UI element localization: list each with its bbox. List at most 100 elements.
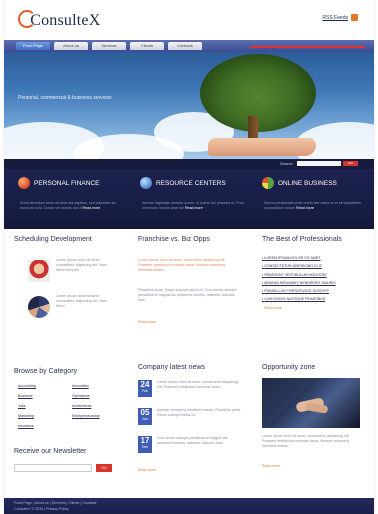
category-link[interactable]: Jobs bbox=[18, 404, 26, 408]
nav-about-us[interactable]: About us bbox=[54, 42, 88, 50]
professional-link[interactable]: PRAESENT VESTIBULUM MOLESTIE bbox=[262, 271, 336, 279]
professional-link[interactable]: PHASELLUS PORTA FUSCE SUSCIPIT bbox=[262, 287, 336, 295]
franchise-title: Franchise vs. Biz Opps bbox=[138, 236, 210, 243]
feature-text: Nunc bibendum enim sit amet dui dapibus,… bbox=[20, 201, 124, 211]
news-item-text: Aenean nonummy hendrerit mauris. Phasell… bbox=[157, 408, 241, 417]
category-link[interactable]: Accounting bbox=[18, 384, 36, 388]
scheduling-text-2: Lorem ipsum dolor sit amet consectetur a… bbox=[56, 294, 107, 308]
nav-front-page[interactable]: Front Page bbox=[16, 42, 50, 50]
header: ConsulteX RSS Feeds bbox=[4, 0, 374, 40]
news-month: Jan bbox=[142, 417, 148, 421]
franchise-intro: Lorem ipsum dolor sit amet, consectetur … bbox=[138, 258, 226, 272]
feature-resource-centers: RESOURCE CENTERS Aenean dignissim semper… bbox=[140, 175, 250, 227]
professionals-read-more[interactable]: Read more bbox=[264, 306, 282, 310]
category-link[interactable]: Business bbox=[18, 394, 33, 398]
professionals-section: The Best of Professionals LOREM IPSUM DO… bbox=[262, 236, 370, 356]
feature-title: RESOURCE CENTERS bbox=[156, 180, 226, 187]
news-read-more[interactable]: Read more bbox=[138, 468, 156, 472]
feature-body: Nunc bibendum enim sit amet dui dapibus,… bbox=[20, 201, 117, 210]
rss-link[interactable]: RSS Feeds bbox=[322, 14, 358, 21]
newsletter-submit-button[interactable]: GO bbox=[96, 464, 112, 472]
professional-link[interactable]: LOREM IPSUM DOLOR SIT AMET bbox=[262, 254, 336, 262]
nav-accent-line bbox=[250, 46, 365, 48]
nav-services[interactable]: Services bbox=[92, 42, 126, 50]
news-month: Dec bbox=[141, 445, 149, 449]
news-date-badge: 24 Feb bbox=[138, 380, 152, 397]
news-date-badge: 17 Dec bbox=[138, 436, 152, 453]
browse-title: Browse by Category bbox=[14, 368, 78, 375]
professional-link[interactable]: CONSECTETUR ADIPISCING ELIT bbox=[262, 262, 336, 270]
feature-online-business: ONLINE BUSINESS Sed ut perspiciatis unde… bbox=[262, 175, 372, 227]
handshake-icon bbox=[305, 402, 329, 414]
read-more-link[interactable]: Read more bbox=[185, 206, 203, 210]
resource-icon bbox=[140, 177, 152, 189]
footer: Front Page | About us | Services | Clien… bbox=[4, 498, 374, 514]
person-photo bbox=[28, 260, 50, 282]
tree-icon bbox=[200, 54, 316, 132]
category-link[interactable]: Marketing bbox=[18, 414, 34, 418]
feature-personal-finance: PERSONAL FINANCE Nunc bibendum enim sit … bbox=[18, 175, 128, 227]
read-more-link[interactable]: Read more bbox=[83, 206, 101, 210]
news-item-text: Cum sociis natoque penatibus et magnis d… bbox=[157, 436, 228, 445]
nav-contacts[interactable]: Contacts bbox=[168, 42, 202, 50]
site-frame: ConsulteX RSS Feeds Front Page About us … bbox=[4, 0, 374, 514]
feature-title: PERSONAL FINANCE bbox=[34, 180, 100, 187]
opportunity-read-more[interactable]: Read more bbox=[262, 464, 280, 468]
nav-clients[interactable]: Clients bbox=[130, 42, 164, 50]
search-bar: Search GO bbox=[4, 159, 374, 169]
opportunity-section: Opportunity zone Lorem ipsum dolor sit a… bbox=[262, 364, 370, 484]
category-link[interactable]: Innovation bbox=[72, 384, 89, 388]
content-area: Scheduling Development Lorem ipsum dolor… bbox=[14, 236, 364, 498]
franchise-read-more[interactable]: Read more bbox=[138, 320, 156, 324]
handshake-photo bbox=[262, 378, 360, 428]
category-link[interactable]: Investments bbox=[72, 404, 91, 408]
scheduling-text-1: Lorem ipsum dolor sit amet consectetur a… bbox=[56, 258, 107, 272]
main-nav: Front Page About us Services Clients Con… bbox=[4, 40, 374, 52]
feature-text: Sed ut perspiciatis unde omnis iste natu… bbox=[264, 201, 368, 211]
news-title: Company latest news bbox=[138, 364, 205, 371]
feature-title: ONLINE BUSINESS bbox=[278, 180, 337, 187]
news-day: 05 bbox=[140, 408, 150, 417]
feature-text: Aenean dignissim semper ipsum, ut luctus… bbox=[142, 201, 246, 211]
search-input[interactable] bbox=[297, 161, 341, 166]
franchise-section: Franchise vs. Biz Opps Lorem ipsum dolor… bbox=[138, 236, 246, 356]
opportunity-text: Lorem ipsum dolor sit amet, consectetur … bbox=[262, 434, 350, 448]
professional-link[interactable]: AENEAN NONUMMY HENDRERIT MAURIS bbox=[262, 279, 336, 287]
rss-icon bbox=[351, 14, 358, 21]
business-icon bbox=[262, 177, 274, 189]
hero-tagline: Personal, commercial & business services bbox=[18, 95, 112, 101]
browse-section: Browse by Category Accounting Business J… bbox=[14, 368, 122, 438]
hand-icon bbox=[208, 138, 316, 156]
rss-label: RSS Feeds bbox=[322, 14, 348, 21]
read-more-link[interactable]: Read more bbox=[296, 206, 314, 210]
hero-banner: Personal, commercial & business services bbox=[4, 52, 374, 159]
professionals-title: The Best of Professionals bbox=[262, 236, 342, 243]
professionals-links: LOREM IPSUM DOLOR SIT AMET CONSECTETUR A… bbox=[262, 254, 336, 304]
team-photo bbox=[28, 296, 50, 318]
page: ConsulteX RSS Feeds Front Page About us … bbox=[0, 0, 378, 514]
newsletter-email-input[interactable] bbox=[14, 464, 92, 472]
news-day: 17 bbox=[140, 436, 150, 445]
category-link[interactable]: Operations bbox=[72, 394, 90, 398]
category-link[interactable]: Entrepreneurship bbox=[72, 414, 100, 418]
news-day: 24 bbox=[140, 380, 150, 389]
news-month: Feb bbox=[141, 389, 149, 393]
scheduling-title: Scheduling Development bbox=[14, 236, 92, 243]
footer-copyright: ConsulteX © 2010 | Privacy Policy bbox=[14, 507, 69, 511]
search-button[interactable]: GO bbox=[343, 161, 358, 166]
news-item-text: Lorem ipsum dolor sit amet, consectetur … bbox=[157, 380, 238, 389]
franchise-body: Phasellus porta. Fusce suscipit varius m… bbox=[138, 288, 237, 302]
search-label: Search bbox=[280, 161, 293, 166]
features-band: PERSONAL FINANCE Nunc bibendum enim sit … bbox=[4, 169, 374, 229]
scheduling-section: Scheduling Development Lorem ipsum dolor… bbox=[14, 236, 122, 356]
logo[interactable]: ConsulteX bbox=[18, 10, 100, 30]
newsletter-title: Receive our Newsletter bbox=[14, 448, 87, 455]
professional-link[interactable]: CUM SOCIIS NATOQUE PENATIBUS bbox=[262, 295, 336, 303]
news-section: Company latest news 24 Feb Lorem ipsum do… bbox=[138, 364, 246, 484]
footer-nav[interactable]: Front Page | About us | Services | Clien… bbox=[14, 501, 96, 505]
opportunity-title: Opportunity zone bbox=[262, 364, 316, 371]
news-date-badge: 05 Jan bbox=[138, 408, 152, 425]
logo-text: ConsulteX bbox=[30, 12, 101, 29]
finance-icon bbox=[18, 177, 30, 189]
category-link[interactable]: Insurance bbox=[18, 424, 34, 428]
